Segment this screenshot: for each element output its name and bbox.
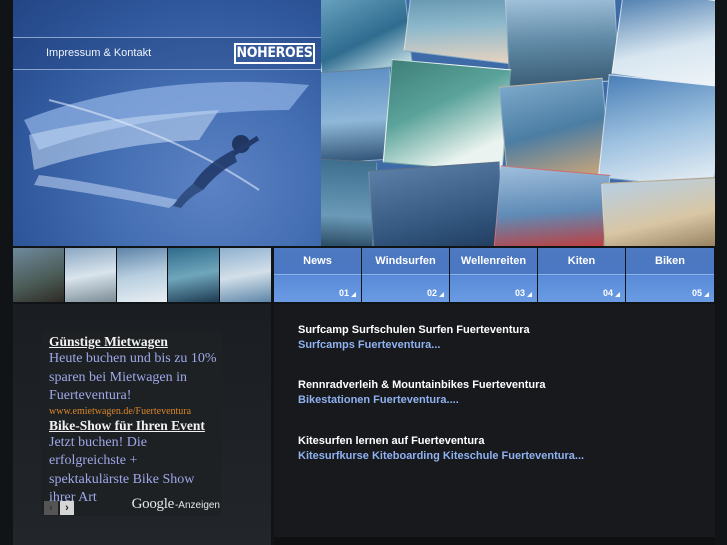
photo-collage (321, 0, 715, 246)
ads-list: Günstige Mietwagen Heute buchen und bis … (49, 333, 219, 508)
ad-text-mietwagen: Heute buchen und bis zu 10% sparen bei M… (49, 351, 217, 403)
nav-divider (538, 274, 625, 275)
link-title: Kitesurfen lernen auf Fuerteventura (298, 435, 485, 447)
photo-strip (13, 248, 271, 302)
nav-number: 02 (426, 288, 437, 298)
strip-photo-kite-jump (116, 248, 169, 302)
corner-arrow-icon (615, 292, 620, 297)
link-block-kite: Kitesurfen lernen auf Fuerteventura Kite… (298, 435, 584, 462)
link-block-bike: Rennradverleih & Mountainbikes Fuerteven… (298, 379, 546, 406)
collage-photo-ocean (368, 161, 506, 246)
nav-wellenreiten[interactable]: Wellenreiten 03 (450, 248, 537, 302)
nav-windsurfen[interactable]: Windsurfen 02 (362, 248, 449, 302)
nav-number: 05 (691, 288, 702, 298)
collage-photo-wakeboard (597, 74, 715, 190)
nav-divider (450, 274, 537, 275)
link-kitesurfkurse[interactable]: Kitesurfkurse Kiteboarding Kiteschule Fu… (298, 450, 584, 462)
ad-title-mietwagen[interactable]: Günstige Mietwagen (49, 334, 219, 350)
ad-url-mietwagen[interactable]: www.emietwagen.de/Fuerteventura (49, 406, 219, 417)
top-bar: Impressum & Kontakt NOHEROES (13, 37, 321, 70)
windsurfer-figure (173, 135, 260, 208)
corner-arrow-icon (439, 292, 444, 297)
link-block-surfcamp: Surfcamp Surfschulen Surfen Fuerteventur… (298, 324, 530, 351)
nav-divider (626, 274, 714, 275)
nav-label: Biken (655, 255, 685, 267)
nav-kiten[interactable]: Kiten 04 (538, 248, 625, 302)
link-surfcamps[interactable]: Surfcamps Fuerteventura... (298, 339, 530, 351)
nav-news[interactable]: News 01 (274, 248, 361, 302)
footer-strip (274, 537, 715, 545)
collage-photo-surf-lying (403, 0, 519, 65)
ad-pager: ‹ › (44, 501, 74, 515)
nav-divider (362, 274, 449, 275)
hero-windsurf-photo: Impressum & Kontakt NOHEROES (13, 0, 321, 246)
prev-arrow-icon[interactable]: ‹ (44, 501, 58, 515)
nav-biken[interactable]: Biken 05 (626, 248, 714, 302)
google-ads-label[interactable]: Google -Anzeigen (132, 496, 220, 513)
corner-arrow-icon (527, 292, 532, 297)
main-content: Surfcamp Surfschulen Surfen Fuerteventur… (274, 304, 715, 537)
nav-number: 01 (338, 288, 349, 298)
strip-photo-bike (13, 248, 65, 302)
impressum-link[interactable]: Impressum & Kontakt (46, 47, 151, 59)
link-title: Rennradverleih & Mountainbikes Fuerteven… (298, 379, 546, 391)
link-title: Surfcamp Surfschulen Surfen Fuerteventur… (298, 324, 530, 336)
nav-label: Windsurfen (375, 255, 436, 267)
hero-banner: Impressum & Kontakt NOHEROES (13, 0, 715, 246)
google-ads-suffix: -Anzeigen (174, 500, 220, 511)
collage-photo-paddle (504, 0, 620, 87)
nav-label: Wellenreiten (460, 255, 527, 267)
nav-number: 03 (514, 288, 525, 298)
nav-label: Kiten (567, 255, 596, 267)
corner-arrow-icon (704, 292, 709, 297)
noheroes-logo[interactable]: NOHEROES (234, 43, 315, 64)
next-arrow-icon[interactable]: › (60, 501, 74, 515)
nav-label: News (303, 255, 332, 267)
strip-photo-kite-beach (64, 248, 117, 302)
nav-divider (274, 274, 361, 275)
nav-number: 04 (602, 288, 613, 298)
ad-title-bikeshow[interactable]: Bike-Show für Ihren Event (49, 418, 219, 434)
corner-arrow-icon (351, 292, 356, 297)
collage-photo-windsurf-race (493, 165, 611, 246)
main-navigation: News 01 Windsurfen 02 Wellenreiten 03 Ki… (274, 248, 715, 302)
sidebar: Günstige Mietwagen Heute buchen und bis … (13, 304, 271, 545)
collage-photo-windsurf-jump (382, 58, 512, 174)
google-logo: Google (131, 496, 175, 512)
google-ads-box: Günstige Mietwagen Heute buchen und bis … (41, 331, 222, 516)
strip-photo-windsurf (220, 248, 271, 302)
collage-photo-beach-kite (601, 176, 715, 246)
strip-photo-surf (168, 248, 221, 302)
link-bikestationen[interactable]: Bikestationen Fuerteventura.... (298, 394, 546, 406)
